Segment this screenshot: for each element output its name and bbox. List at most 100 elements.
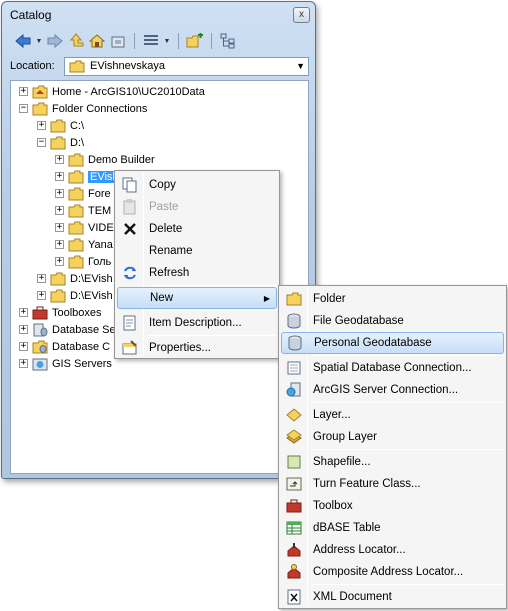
tree-item-d-evish-2[interactable]: + D:\EVish [37,287,113,304]
tree-label: Demo Builder [88,153,155,166]
menu-label: Personal Geodatabase [314,337,432,349]
tree-item-toolboxes[interactable]: + Toolboxes [19,304,102,321]
menu-item-item-description[interactable]: Item Description... [117,312,277,334]
tree-item-vide[interactable]: + VIDE [55,219,114,236]
tree-item-c-drive[interactable]: + C:\ [37,117,84,134]
menu-item-address-locator[interactable]: Address Locator... [281,539,504,561]
back-dropdown-icon[interactable]: ▼ [35,38,43,45]
toolbar-separator [178,33,179,49]
expand-icon[interactable]: + [37,121,46,130]
expand-icon[interactable]: + [37,291,46,300]
up-folder-icon[interactable] [67,32,85,50]
tree-toggle-icon[interactable] [219,32,237,50]
expand-icon[interactable]: + [19,87,28,96]
menu-item-dbase-table[interactable]: dBASE Table [281,517,504,539]
expand-icon[interactable]: + [55,189,64,198]
menu-item-properties[interactable]: Properties... [117,337,277,359]
menu-item-layer[interactable]: Layer... [281,404,504,426]
tree-label: D:\ [70,136,85,149]
tree-label: Yana [88,238,113,251]
context-menu: Copy Paste Delete Rename Refresh New ▶ I… [114,170,280,359]
folder-icon [50,119,66,132]
menu-label: Rename [149,245,193,257]
folder-icon [68,238,84,251]
home-icon[interactable] [88,32,106,50]
menu-item-turn-feature-class[interactable]: Turn Feature Class... [281,473,504,495]
tree-item-d-drive[interactable]: − D:\ [37,134,84,151]
menu-label: Layer... [313,409,351,421]
menu-item-toolbox[interactable]: Toolbox [281,495,504,517]
expand-icon[interactable]: + [55,155,64,164]
tree-item-tem[interactable]: + TEM [55,202,111,219]
folder-connection-icon [32,102,48,115]
tree-item-d-evish-1[interactable]: + D:\EVish [37,270,113,287]
tree-item-demo-builder[interactable]: + Demo Builder [55,151,155,168]
tree-item-home[interactable]: + Home - ArcGIS10\UC2010Data [19,83,205,100]
menu-item-copy[interactable]: Copy [117,174,277,196]
menu-item-composite-address-locator[interactable]: Composite Address Locator... [281,561,504,583]
new-submenu: Folder File Geodatabase Personal Geodata… [278,285,507,609]
tree-item-gol[interactable]: + Голь [55,253,111,270]
expand-icon[interactable]: + [19,308,28,317]
tree-item-gis-servers[interactable]: + GIS Servers [19,355,112,372]
expand-icon[interactable]: + [55,172,64,181]
tree-item-evishnevskaya[interactable]: + EVish [55,168,121,185]
menu-separator [311,402,504,403]
forward-icon[interactable] [46,32,64,50]
tree-item-fore[interactable]: + Fore [55,185,111,202]
menu-item-spatial-database-connection[interactable]: Spatial Database Connection... [281,357,504,379]
menu-item-arcgis-server-connection[interactable]: ArcGIS Server Connection... [281,379,504,401]
close-button[interactable]: x [293,7,310,23]
menu-label: File Geodatabase [313,315,404,327]
back-icon[interactable] [14,32,32,50]
connect-folder-icon[interactable] [186,32,204,50]
tree-item-database-connections[interactable]: + Database C [19,338,110,355]
address-locator-icon [281,539,307,561]
tree-label: D:\EVish [70,289,113,302]
menu-item-file-geodatabase[interactable]: File Geodatabase [281,310,504,332]
menu-item-xml-document[interactable]: XML Document [281,586,504,608]
menu-separator [311,449,504,450]
expand-icon[interactable]: + [55,223,64,232]
view-dropdown-icon[interactable]: ▼ [163,38,171,45]
catalog-toolbar: ▼ ▼ [10,30,309,52]
menu-item-personal-geodatabase[interactable]: Personal Geodatabase [281,332,504,354]
tree-item-folder-connections[interactable]: − Folder Connections [19,100,147,117]
spatial-database-icon [281,357,307,379]
menu-separator [147,335,277,336]
expand-icon[interactable]: + [19,359,28,368]
menu-item-shapefile[interactable]: Shapefile... [281,451,504,473]
menu-item-group-layer[interactable]: Group Layer [281,426,504,448]
view-icon[interactable] [142,32,160,50]
menu-separator [311,584,504,585]
collapse-icon[interactable]: − [19,104,28,113]
expand-icon[interactable]: + [19,325,28,334]
expand-icon[interactable]: + [55,240,64,249]
tree-item-database-servers[interactable]: + Database Se [19,321,116,338]
chevron-down-icon[interactable]: ▼ [296,61,305,71]
menu-item-new[interactable]: New ▶ [117,287,277,309]
tree-label: Folder Connections [52,102,148,115]
location-combo[interactable]: EVishnevskaya ▼ [64,56,309,76]
collapse-icon[interactable]: − [37,138,46,147]
expand-icon[interactable]: + [19,342,28,351]
database-server-icon [33,323,48,336]
menu-label: Address Locator... [313,544,406,556]
expand-icon[interactable]: + [55,206,64,215]
rename-icon [117,240,143,262]
expand-icon[interactable]: + [55,257,64,266]
submenu-arrow-icon: ▶ [263,293,270,303]
expand-icon[interactable]: + [37,274,46,283]
menu-item-folder[interactable]: Folder [281,288,504,310]
title-bar[interactable]: Catalog x [2,2,315,28]
tree-item-yana[interactable]: + Yana [55,236,113,253]
location-label: Location: [10,60,55,72]
menu-item-delete[interactable]: Delete [117,218,277,240]
paste-icon [117,196,143,218]
menu-item-rename[interactable]: Rename [117,240,277,262]
menu-item-paste[interactable]: Paste [117,196,277,218]
menu-label: Delete [149,223,183,235]
menu-item-refresh[interactable]: Refresh [117,262,277,284]
disconnect-icon[interactable] [109,32,127,50]
menu-label: Shapefile... [313,456,371,468]
